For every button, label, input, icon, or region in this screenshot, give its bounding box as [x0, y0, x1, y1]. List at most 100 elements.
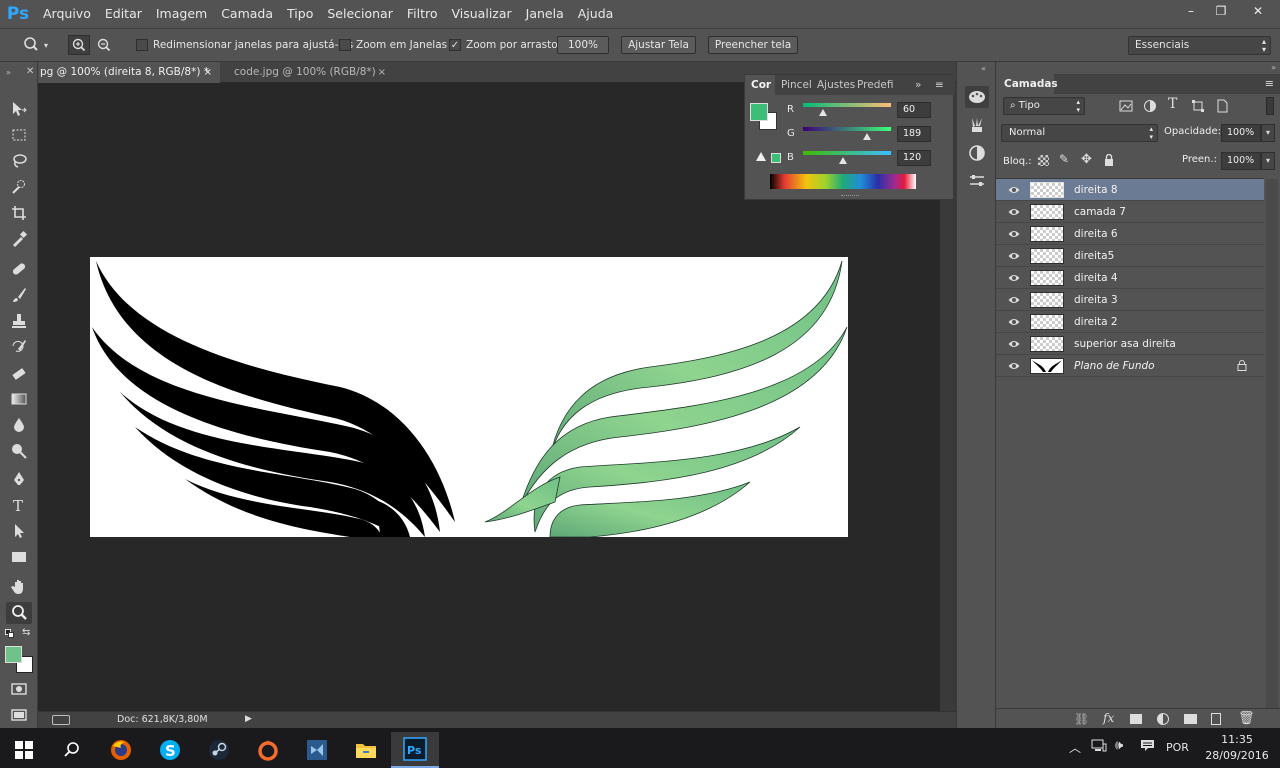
layers-collapse-icon[interactable]: »	[1271, 63, 1276, 72]
visibility-eye-icon[interactable]	[1008, 294, 1020, 306]
b-slider-thumb[interactable]	[839, 157, 847, 164]
layers-scrollbar[interactable]	[1266, 179, 1278, 709]
taskbar-search-button[interactable]	[48, 732, 96, 768]
filter-shape-icon[interactable]	[1191, 99, 1205, 113]
taskbar-photoshop[interactable]: Ps	[391, 732, 439, 768]
layer-row[interactable]: direita5	[996, 245, 1264, 267]
lasso-tool[interactable]	[6, 150, 32, 172]
eyedropper-tool[interactable]	[6, 228, 32, 250]
properties-button[interactable]	[965, 170, 989, 192]
type-tool[interactable]: T	[6, 494, 32, 516]
visibility-eye-icon[interactable]	[1008, 228, 1020, 240]
menu-ajuda[interactable]: Ajuda	[571, 0, 621, 28]
layer-filter-select[interactable]: ⌕ Tipo ▴ ▾	[1003, 97, 1085, 115]
close-tab-icon[interactable]: ×	[204, 62, 212, 83]
menu-janela[interactable]: Janela	[519, 0, 571, 28]
tab-cor[interactable]: Cor	[745, 75, 775, 95]
filter-smart-object-icon[interactable]	[1215, 99, 1229, 113]
menu-arquivo[interactable]: Arquivo	[36, 0, 98, 28]
zoom-out-button[interactable]	[94, 29, 114, 61]
fill-screen-button[interactable]: Preencher tela	[708, 36, 798, 54]
zoom-100-button[interactable]: 100%	[557, 36, 609, 54]
r-slider-thumb[interactable]	[819, 109, 827, 116]
lock-position-icon[interactable]: ✥	[1081, 152, 1092, 167]
foreground-color-swatch[interactable]	[750, 103, 768, 121]
g-slider-thumb[interactable]	[863, 133, 871, 140]
panel-resize-grip[interactable]	[841, 195, 859, 197]
menu-filtro[interactable]: Filtro	[400, 0, 445, 28]
rectangle-tool[interactable]	[6, 546, 32, 568]
menu-visualizar[interactable]: Visualizar	[445, 0, 519, 28]
filter-adjustment-icon[interactable]	[1143, 99, 1157, 113]
lock-transparency-icon[interactable]	[1038, 155, 1049, 166]
scrubby-zoom-option[interactable]: ✓ Zoom por arrasto	[449, 29, 558, 61]
show-hidden-icons-chevron-icon[interactable]: ︿	[1069, 739, 1081, 756]
document-canvas[interactable]	[90, 257, 848, 537]
zoom-tool-preset[interactable]: ▾	[22, 29, 48, 61]
layer-row[interactable]: superior asa direita	[996, 333, 1264, 355]
layer-thumbnail[interactable]	[1030, 292, 1064, 308]
default-colors-icon[interactable]	[5, 629, 15, 639]
gradient-tool[interactable]	[6, 388, 32, 410]
layer-thumbnail[interactable]	[1030, 336, 1064, 352]
menu-camada[interactable]: Camada	[214, 0, 280, 28]
blur-tool[interactable]	[6, 414, 32, 436]
tab-active-document[interactable]: pg @ 100% (direita 8, RGB/8*) * ×	[38, 62, 220, 83]
menu-selecionar[interactable]: Selecionar	[320, 0, 400, 28]
layer-row[interactable]: direita 6	[996, 223, 1264, 245]
visibility-eye-icon[interactable]	[1008, 206, 1020, 218]
taskbar-steam[interactable]	[195, 732, 243, 768]
tab-predefinicoes[interactable]: Predefi	[857, 75, 893, 95]
layer-thumbnail[interactable]	[1030, 248, 1064, 264]
gamut-warning-icon[interactable]	[756, 152, 766, 161]
screen-mode-button[interactable]	[6, 704, 32, 726]
visibility-eye-icon[interactable]	[1008, 272, 1020, 284]
layer-thumbnail[interactable]	[1030, 226, 1064, 242]
layer-thumbnail[interactable]	[1030, 270, 1064, 286]
healing-brush-tool[interactable]	[6, 258, 32, 280]
resize-windows-checkbox[interactable]	[136, 39, 148, 51]
zoom-level-icon[interactable]	[52, 715, 70, 725]
lock-pixels-brush-icon[interactable]: ✎	[1059, 152, 1069, 166]
start-button[interactable]	[0, 732, 48, 768]
foreground-color-swatch[interactable]	[5, 646, 22, 663]
zoom-in-button[interactable]	[68, 35, 90, 55]
filter-toggle-switch[interactable]	[1266, 97, 1274, 115]
zoom-windows-option[interactable]: Zoom em Janelas	[339, 29, 447, 61]
layer-row[interactable]: direita 4	[996, 267, 1264, 289]
menu-tipo[interactable]: Tipo	[280, 0, 320, 28]
tab-ajustes[interactable]: Ajustes	[817, 75, 855, 95]
taskbar-file-explorer[interactable]	[342, 732, 390, 768]
tab-code-jpg[interactable]: code.jpg @ 100% (RGB/8*) ×	[228, 62, 394, 83]
panel-expand-icon[interactable]: »	[915, 75, 921, 95]
minimize-button[interactable]: –	[1176, 0, 1206, 22]
dock-collapse-icon[interactable]: «	[981, 64, 986, 73]
filter-pixel-icon[interactable]	[1119, 99, 1133, 113]
network-icon[interactable]	[1091, 739, 1107, 752]
menu-imagem[interactable]: Imagem	[149, 0, 214, 28]
layer-row[interactable]: direita 2	[996, 311, 1264, 333]
r-slider[interactable]	[803, 103, 891, 107]
pen-tool[interactable]	[6, 468, 32, 490]
r-value-field[interactable]: 60	[897, 102, 931, 118]
panel-menu-icon[interactable]: ≡	[935, 75, 944, 95]
tab-pincel[interactable]: Pincel	[781, 75, 812, 95]
websafe-swatch[interactable]	[771, 153, 781, 163]
resize-windows-option[interactable]: Redimensionar janelas para ajustá-las	[136, 29, 353, 61]
lock-all-icon[interactable]	[1104, 153, 1114, 166]
color-spectrum-ramp[interactable]	[770, 174, 916, 189]
status-menu-arrow-icon[interactable]: ▶	[245, 714, 252, 724]
close-toolbar-icon[interactable]: ✕	[26, 66, 34, 77]
quick-selection-tool[interactable]	[6, 176, 32, 198]
menu-editar[interactable]: Editar	[98, 0, 149, 28]
blend-mode-select[interactable]: Normal ▴ ▾	[1001, 124, 1158, 142]
swap-colors-icon[interactable]: ⇆	[22, 627, 30, 638]
close-tab-icon[interactable]: ×	[378, 62, 386, 83]
quick-mask-button[interactable]	[6, 678, 32, 700]
collapse-toolbar-icon[interactable]: »	[6, 68, 11, 77]
hand-tool[interactable]	[6, 576, 32, 598]
layer-thumbnail[interactable]	[1030, 182, 1064, 198]
move-tool[interactable]	[6, 98, 32, 120]
opacity-field[interactable]: 100%	[1221, 124, 1261, 142]
adjustments-button[interactable]	[965, 142, 989, 164]
